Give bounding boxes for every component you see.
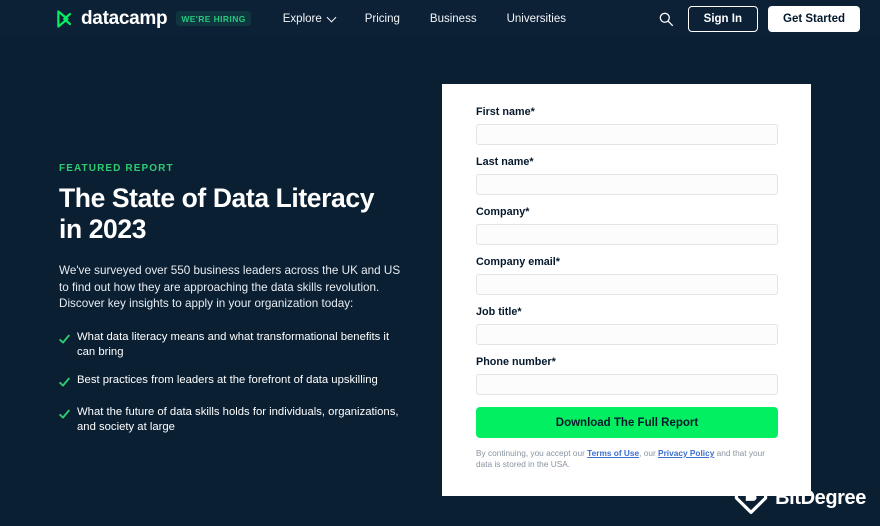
- field-job-title: Job title*: [476, 306, 778, 345]
- hero-subtitle: We've surveyed over 550 business leaders…: [59, 264, 401, 310]
- brand-name: datacamp: [81, 7, 168, 29]
- company-email-label: Company email*: [476, 256, 561, 268]
- first-name-input[interactable]: [476, 124, 778, 145]
- hero-section: FEATURED REPORT The State of Data Litera…: [59, 163, 419, 448]
- last-name-label: Last name*: [476, 156, 534, 168]
- nav-item-universities[interactable]: Universities: [507, 13, 566, 25]
- privacy-policy-link[interactable]: Privacy Policy: [658, 448, 714, 458]
- green-check-arrow-icon: [59, 375, 70, 393]
- nav-links: Explore Pricing Business Universities: [282, 12, 596, 25]
- get-started-button[interactable]: Get Started: [768, 5, 860, 32]
- legal-text-part2: , our: [639, 448, 659, 458]
- job-title-input[interactable]: [476, 324, 778, 345]
- field-first-name: First name*: [476, 106, 778, 145]
- download-report-button[interactable]: Download The Full Report: [476, 407, 778, 438]
- page-title-line1: The State of Data Literacy: [59, 183, 375, 213]
- field-last-name: Last name*: [476, 156, 778, 195]
- last-name-input[interactable]: [476, 174, 778, 195]
- chevron-down-icon: [326, 12, 337, 22]
- list-item: What the future of data skills holds for…: [59, 405, 419, 436]
- sign-in-button[interactable]: Sign In: [687, 5, 758, 32]
- list-item-label: What the future of data skills holds for…: [77, 405, 399, 434]
- job-title-label: Job title*: [476, 306, 522, 318]
- datacamp-logo-icon: [55, 9, 75, 29]
- page-root: datacamp WE'RE HIRING Explore Pricing Bu…: [0, 0, 880, 526]
- field-company: Company*: [476, 206, 778, 245]
- field-company-email: Company email*: [476, 256, 778, 295]
- benefits-list: What data literacy means and what transf…: [59, 330, 419, 436]
- page-title: The State of Data Literacy in 2023: [59, 183, 419, 245]
- bitdegree-watermark-text: BitDegree: [775, 487, 866, 509]
- nav-item-explore[interactable]: Explore: [282, 12, 337, 25]
- hiring-badge[interactable]: WE'RE HIRING: [176, 11, 251, 26]
- bitdegree-shield-logo-icon: [734, 477, 768, 520]
- list-item-label: What data literacy means and what transf…: [77, 330, 390, 359]
- nav-item-pricing-label: Pricing: [364, 12, 400, 25]
- list-item-label: Best practices from leaders at the foref…: [77, 373, 378, 386]
- lead-capture-form: First name* Last name* Company* Company …: [442, 84, 811, 496]
- nav-item-universities-label: Universities: [506, 12, 567, 25]
- terms-of-use-link[interactable]: Terms of Use: [587, 448, 639, 458]
- brand-logo[interactable]: datacamp WE'RE HIRING: [55, 8, 251, 30]
- first-name-label: First name*: [476, 106, 535, 118]
- eyebrow-label: FEATURED REPORT: [59, 163, 174, 174]
- page-title-line2: in 2023: [59, 214, 147, 244]
- bitdegree-watermark: BitDegree: [734, 477, 866, 520]
- company-email-input[interactable]: [476, 274, 778, 295]
- field-phone-number: Phone number*: [476, 356, 778, 395]
- legal-disclaimer: By continuing, you accept our Terms of U…: [476, 448, 768, 470]
- list-item: What data literacy means and what transf…: [59, 330, 419, 361]
- green-check-arrow-icon: [59, 407, 70, 425]
- nav-item-business[interactable]: Business: [430, 13, 477, 25]
- list-item: Best practices from leaders at the foref…: [59, 373, 419, 393]
- nav-item-business-label: Business: [429, 12, 477, 25]
- green-check-arrow-icon: [59, 332, 70, 350]
- search-icon[interactable]: [658, 11, 674, 27]
- company-input[interactable]: [476, 224, 778, 245]
- phone-number-input[interactable]: [476, 374, 778, 395]
- phone-number-label: Phone number*: [476, 356, 556, 368]
- nav-item-explore-label: Explore: [282, 12, 322, 25]
- nav-actions: Sign In Get Started: [658, 0, 860, 37]
- legal-text-part1: By continuing, you accept our: [476, 448, 588, 458]
- nav-item-pricing[interactable]: Pricing: [365, 13, 400, 25]
- top-navigation-bar: datacamp WE'RE HIRING Explore Pricing Bu…: [0, 0, 880, 37]
- company-label: Company*: [476, 206, 530, 218]
